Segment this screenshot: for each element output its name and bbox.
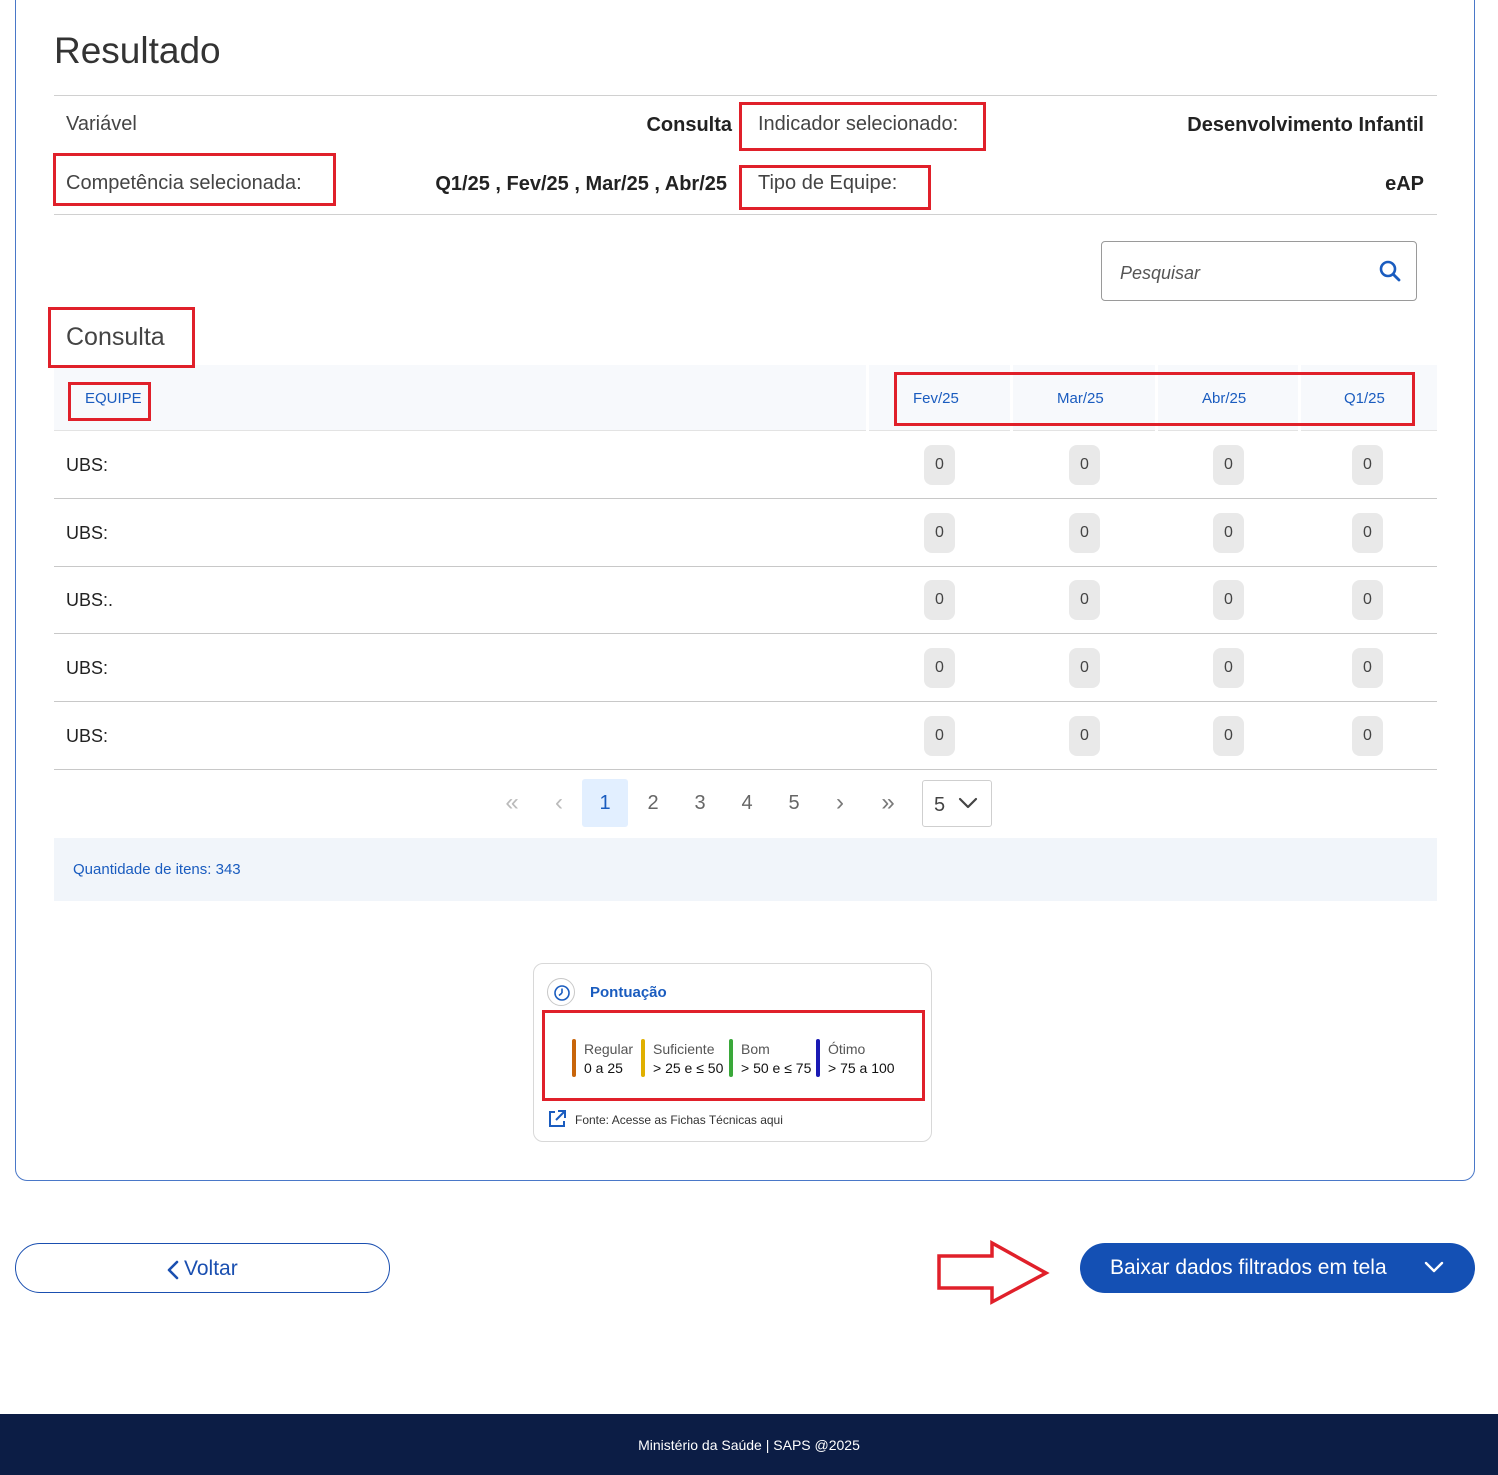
page-size-select[interactable]: 5 <box>922 780 992 827</box>
legend-item-name: Ótimo <box>828 1041 866 1057</box>
table-header: EQUIPE Fev/25 Mar/25 Abr/25 Q1/25 <box>54 365 1437 431</box>
column-header-fev[interactable]: Fev/25 <box>913 390 959 407</box>
column-header-mar[interactable]: Mar/25 <box>1057 390 1104 407</box>
tipo-equipe-label: Tipo de Equipe: <box>758 172 898 194</box>
search-box[interactable] <box>1101 241 1417 301</box>
legend-item-name: Bom <box>741 1041 770 1057</box>
row-label: UBS: <box>66 455 109 475</box>
tipo-equipe-value: eAP <box>1385 173 1424 195</box>
column-header-abr[interactable]: Abr/25 <box>1202 390 1246 407</box>
legend-item-range: 0 a 25 <box>584 1060 623 1076</box>
page-button-1[interactable]: 1 <box>582 779 628 827</box>
value-chip: 0 <box>1213 513 1244 553</box>
value-chip: 0 <box>1213 580 1244 620</box>
search-input[interactable] <box>1120 260 1370 286</box>
previous-page-button[interactable]: ‹ <box>536 779 582 827</box>
fichas-tecnicas-link[interactable]: Fonte: Acesse as Fichas Técnicas aqui <box>575 1113 783 1127</box>
chevron-left-icon <box>167 1260 179 1280</box>
footer: Ministério da Saúde | SAPS @2025 <box>0 1414 1498 1475</box>
value-chip: 0 <box>1352 716 1383 756</box>
value-chip: 0 <box>1352 445 1383 485</box>
table-row: UBS: 0 0 0 0 <box>54 634 1437 702</box>
value-chip: 0 <box>924 648 955 688</box>
value-chip: 0 <box>1213 648 1244 688</box>
value-chip: 0 <box>924 513 955 553</box>
page-button-2[interactable]: 2 <box>630 779 676 827</box>
table-row: UBS: 0 0 0 0 <box>54 702 1437 770</box>
value-chip: 0 <box>1213 445 1244 485</box>
legend-item-range: > 75 a 100 <box>828 1060 895 1076</box>
value-chip: 0 <box>1069 580 1100 620</box>
quantity-bar: Quantidade de itens: 343 <box>54 838 1437 901</box>
table-row: UBS: 0 0 0 0 <box>54 431 1437 499</box>
row-label: UBS: <box>66 658 109 678</box>
first-page-button[interactable]: « <box>489 779 535 827</box>
value-chip: 0 <box>1069 445 1100 485</box>
row-label: UBS:. <box>66 590 114 610</box>
next-page-button[interactable]: › <box>817 779 863 827</box>
legend-item-name: Regular <box>584 1041 634 1057</box>
chevron-down-icon <box>1424 1261 1444 1273</box>
red-arrow-annotation <box>937 1240 1050 1305</box>
download-button[interactable]: Baixar dados filtrados em tela <box>1080 1243 1475 1293</box>
column-header-q1[interactable]: Q1/25 <box>1344 390 1385 407</box>
value-chip: 0 <box>1352 648 1383 688</box>
table-row: UBS:. 0 0 0 0 <box>54 566 1437 634</box>
value-chip: 0 <box>1352 580 1383 620</box>
legend-title: Pontuação <box>590 984 667 1001</box>
last-page-button[interactable]: » <box>865 779 911 827</box>
value-chip: 0 <box>924 580 955 620</box>
legend-item-range: > 25 e ≤ 50 <box>653 1060 724 1076</box>
row-label: UBS: <box>66 726 109 746</box>
search-icon[interactable] <box>1378 259 1402 283</box>
variavel-label: Variável <box>66 113 137 135</box>
section-title: Consulta <box>66 323 165 351</box>
value-chip: 0 <box>924 716 955 756</box>
score-legend: Pontuação Regular 0 a 25 Suficiente > 25… <box>533 963 932 1142</box>
table-row: UBS: 0 0 0 0 <box>54 499 1437 567</box>
indicador-label: Indicador selecionado: <box>758 113 959 135</box>
back-button[interactable]: Voltar <box>15 1243 390 1293</box>
legend-item-name: Suficiente <box>653 1041 715 1057</box>
column-header-equipe[interactable]: EQUIPE <box>85 390 142 407</box>
value-chip: 0 <box>1213 716 1244 756</box>
back-button-label: Voltar <box>184 1257 238 1280</box>
external-link-icon[interactable] <box>547 1109 567 1129</box>
value-chip: 0 <box>1069 513 1100 553</box>
quantity-text: Quantidade de itens: 343 <box>73 861 241 878</box>
chevron-down-icon <box>958 797 978 809</box>
clock-icon <box>547 978 575 1006</box>
page-button-5[interactable]: 5 <box>771 779 817 827</box>
indicador-value: Desenvolvimento Infantil <box>1187 114 1424 136</box>
value-chip: 0 <box>924 445 955 485</box>
page-button-3[interactable]: 3 <box>677 779 723 827</box>
value-chip: 0 <box>1069 648 1100 688</box>
page-title: Resultado <box>54 30 221 71</box>
variavel-value: Consulta <box>646 114 732 136</box>
divider <box>54 214 1437 215</box>
competencia-value: Q1/25 , Fev/25 , Mar/25 , Abr/25 <box>435 173 727 195</box>
download-button-label: Baixar dados filtrados em tela <box>1110 1256 1387 1279</box>
page-size-value: 5 <box>934 794 946 816</box>
value-chip: 0 <box>1069 716 1100 756</box>
divider <box>54 95 1437 96</box>
page-button-4[interactable]: 4 <box>724 779 770 827</box>
competencia-label: Competência selecionada: <box>66 172 302 194</box>
legend-item-range: > 50 e ≤ 75 <box>741 1060 812 1076</box>
value-chip: 0 <box>1352 513 1383 553</box>
row-label: UBS: <box>66 523 109 543</box>
footer-text: Ministério da Saúde | SAPS @2025 <box>638 1437 860 1453</box>
